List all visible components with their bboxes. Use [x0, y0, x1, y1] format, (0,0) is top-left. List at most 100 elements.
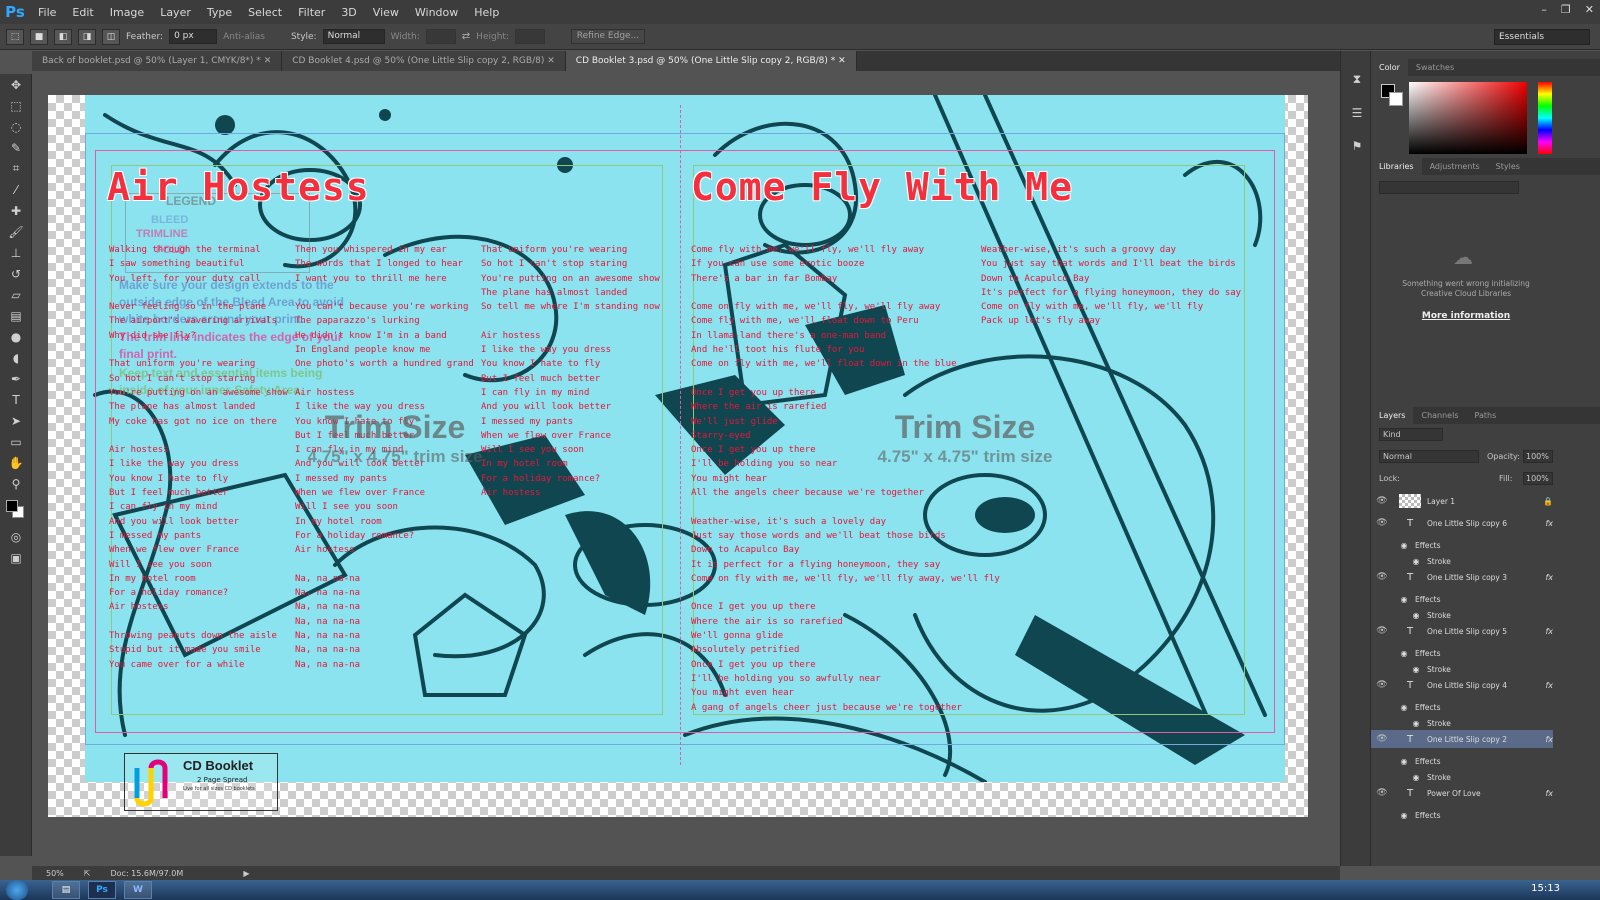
canvas-area[interactable]: LEGEND BLEED TRIMLINE FOLD Make sure you…	[32, 71, 1368, 866]
marquee-tool-preset-icon[interactable]: ⬚	[6, 28, 24, 45]
layer-row[interactable]: 👁 T One Little Slip copy 3 fx	[1371, 568, 1553, 586]
new-selection-icon[interactable]: ■	[30, 28, 48, 45]
doc-size[interactable]: Doc: 15.6M/97.0M	[110, 869, 183, 878]
title-air-hostess[interactable]: Air Hostess	[107, 165, 370, 209]
intersect-selection-icon[interactable]: ◫	[102, 28, 120, 45]
fx-icon[interactable]: fx	[1545, 735, 1553, 744]
layer-effects-row[interactable]: ◉ Effects	[1371, 806, 1553, 822]
properties-panel-icon[interactable]: ☰	[1341, 102, 1373, 123]
zoom-tool-icon[interactable]: ⚲	[0, 473, 32, 494]
history-brush-icon[interactable]: ↺	[0, 263, 32, 284]
menu-file[interactable]: File	[30, 6, 64, 19]
zoom-level[interactable]: 50%	[46, 869, 64, 878]
eraser-tool-icon[interactable]: ▱	[0, 284, 32, 305]
close-icon[interactable]: ✕	[1585, 3, 1594, 16]
gradient-tool-icon[interactable]: ▤	[0, 305, 32, 326]
menu-view[interactable]: View	[365, 6, 407, 19]
dodge-tool-icon[interactable]: ◖	[0, 347, 32, 368]
tab-layers[interactable]: Layers	[1371, 407, 1414, 424]
pen-tool-icon[interactable]: ✒	[0, 368, 32, 389]
feather-input[interactable]: 0 px	[169, 29, 218, 44]
status-arrow-icon[interactable]: ▶	[243, 869, 249, 878]
layer-row[interactable]: 👁 T One Little Slip copy 2 fx	[1371, 730, 1553, 748]
document-canvas[interactable]: LEGEND BLEED TRIMLINE FOLD Make sure you…	[48, 95, 1308, 817]
visibility-eye-icon[interactable]: 👁	[1371, 788, 1393, 798]
visibility-eye-icon[interactable]: 👁	[1371, 680, 1393, 690]
tab-color[interactable]: Color	[1371, 59, 1408, 76]
visibility-eye-icon[interactable]: 👁	[1371, 518, 1393, 528]
layer-row[interactable]: 👁 Layer 1 🔒	[1371, 492, 1553, 510]
healing-tool-icon[interactable]: ✚	[0, 200, 32, 221]
color-swatches-icon[interactable]	[0, 494, 32, 526]
visibility-eye-icon[interactable]: 👁	[1371, 734, 1393, 744]
tab-libraries[interactable]: Libraries	[1371, 158, 1422, 175]
tab-cd-booklet-4[interactable]: CD Booklet 4.psd @ 50% (One Little Slip …	[282, 51, 566, 71]
close-tab-icon[interactable]: ✕	[264, 56, 272, 66]
photoshop-taskbar-icon[interactable]: Ps	[88, 881, 116, 899]
quick-mask-icon[interactable]: ◎	[0, 526, 32, 547]
hue-slider[interactable]	[1538, 82, 1552, 154]
layer-row[interactable]: 👁 T One Little Slip copy 4 fx	[1371, 676, 1553, 694]
character-panel-icon[interactable]: ⚑	[1341, 135, 1373, 156]
menu-edit[interactable]: Edit	[64, 6, 101, 19]
tab-back-of-booklet[interactable]: Back of booklet.psd @ 50% (Layer 1, CMYK…	[32, 51, 283, 71]
menu-filter[interactable]: Filter	[290, 6, 333, 19]
menu-type[interactable]: Type	[199, 6, 240, 19]
more-information-link[interactable]: More information	[1391, 311, 1541, 321]
history-panel-icon[interactable]: ⧗	[1341, 69, 1373, 90]
lyrics-column-1[interactable]: Walking through the terminal I saw somet…	[109, 243, 288, 672]
menu-layer[interactable]: Layer	[152, 6, 199, 19]
screen-mode-icon[interactable]: ▣	[0, 547, 32, 568]
tab-channels[interactable]: Channels	[1413, 407, 1466, 424]
close-tab-icon[interactable]: ✕	[547, 56, 555, 66]
marquee-tool-icon[interactable]: ⬚	[0, 95, 32, 116]
explorer-icon[interactable]: ▤	[52, 881, 80, 899]
menu-3d[interactable]: 3D	[333, 6, 364, 19]
style-select[interactable]: Normal	[322, 29, 385, 44]
stamp-tool-icon[interactable]: ⊥	[0, 242, 32, 263]
close-tab-icon[interactable]: ✕	[838, 56, 846, 66]
fx-icon[interactable]: fx	[1545, 573, 1553, 582]
layer-row[interactable]: 👁 T Power Of Love fx	[1371, 784, 1553, 802]
quick-select-tool-icon[interactable]: ✎	[0, 137, 32, 158]
fill-input[interactable]: 100%	[1523, 472, 1553, 485]
visibility-eye-icon[interactable]: 👁	[1371, 496, 1393, 506]
menu-window[interactable]: Window	[407, 6, 466, 19]
tab-styles[interactable]: Styles	[1488, 158, 1528, 175]
subtract-selection-icon[interactable]: ◨	[78, 28, 96, 45]
color-field[interactable]	[1409, 82, 1527, 154]
background-color-swatch[interactable]	[1389, 92, 1403, 106]
menu-help[interactable]: Help	[466, 6, 507, 19]
hand-tool-icon[interactable]: ✋	[0, 452, 32, 473]
title-come-fly-with-me[interactable]: Come Fly With Me	[691, 165, 1073, 209]
start-button[interactable]	[6, 880, 28, 900]
tab-swatches[interactable]: Swatches	[1408, 59, 1462, 76]
visibility-eye-icon[interactable]: 👁	[1371, 626, 1393, 636]
word-taskbar-icon[interactable]: W	[124, 881, 152, 899]
antialias-checkbox[interactable]: Anti-alias	[223, 32, 265, 42]
width-input[interactable]	[425, 29, 456, 44]
layer-row[interactable]: 👁 T One Little Slip copy 6 fx	[1371, 514, 1553, 532]
swap-icon[interactable]: ⇄	[462, 31, 470, 42]
blend-mode-select[interactable]: Normal	[1379, 450, 1479, 463]
fx-icon[interactable]: fx	[1545, 681, 1553, 690]
lasso-tool-icon[interactable]: ◌	[0, 116, 32, 137]
restore-icon[interactable]: ❐	[1561, 3, 1571, 16]
export-icon[interactable]: ⇱	[84, 869, 91, 878]
path-select-tool-icon[interactable]: ➤	[0, 410, 32, 431]
visibility-eye-icon[interactable]: 👁	[1371, 572, 1393, 582]
layer-row[interactable]: 👁 T One Little Slip copy 5 fx	[1371, 622, 1553, 640]
add-selection-icon[interactable]: ◧	[54, 28, 72, 45]
minimize-icon[interactable]: –	[1541, 3, 1547, 16]
menu-select[interactable]: Select	[240, 6, 290, 19]
refine-edge-button[interactable]: Refine Edge...	[570, 29, 645, 44]
brush-tool-icon[interactable]: 🖌	[0, 221, 32, 242]
move-tool-icon[interactable]: ✥	[0, 74, 32, 95]
opacity-input[interactable]: 100%	[1523, 450, 1553, 463]
library-select[interactable]	[1379, 181, 1519, 194]
height-input[interactable]	[514, 29, 545, 44]
crop-tool-icon[interactable]: ⌗	[0, 158, 32, 179]
lyrics-column-5[interactable]: Weather-wise, it's such a groovy day You…	[981, 243, 1241, 329]
blur-tool-icon[interactable]: ●	[0, 326, 32, 347]
tab-cd-booklet-3[interactable]: CD Booklet 3.psd @ 50% (One Little Slip …	[565, 51, 857, 71]
